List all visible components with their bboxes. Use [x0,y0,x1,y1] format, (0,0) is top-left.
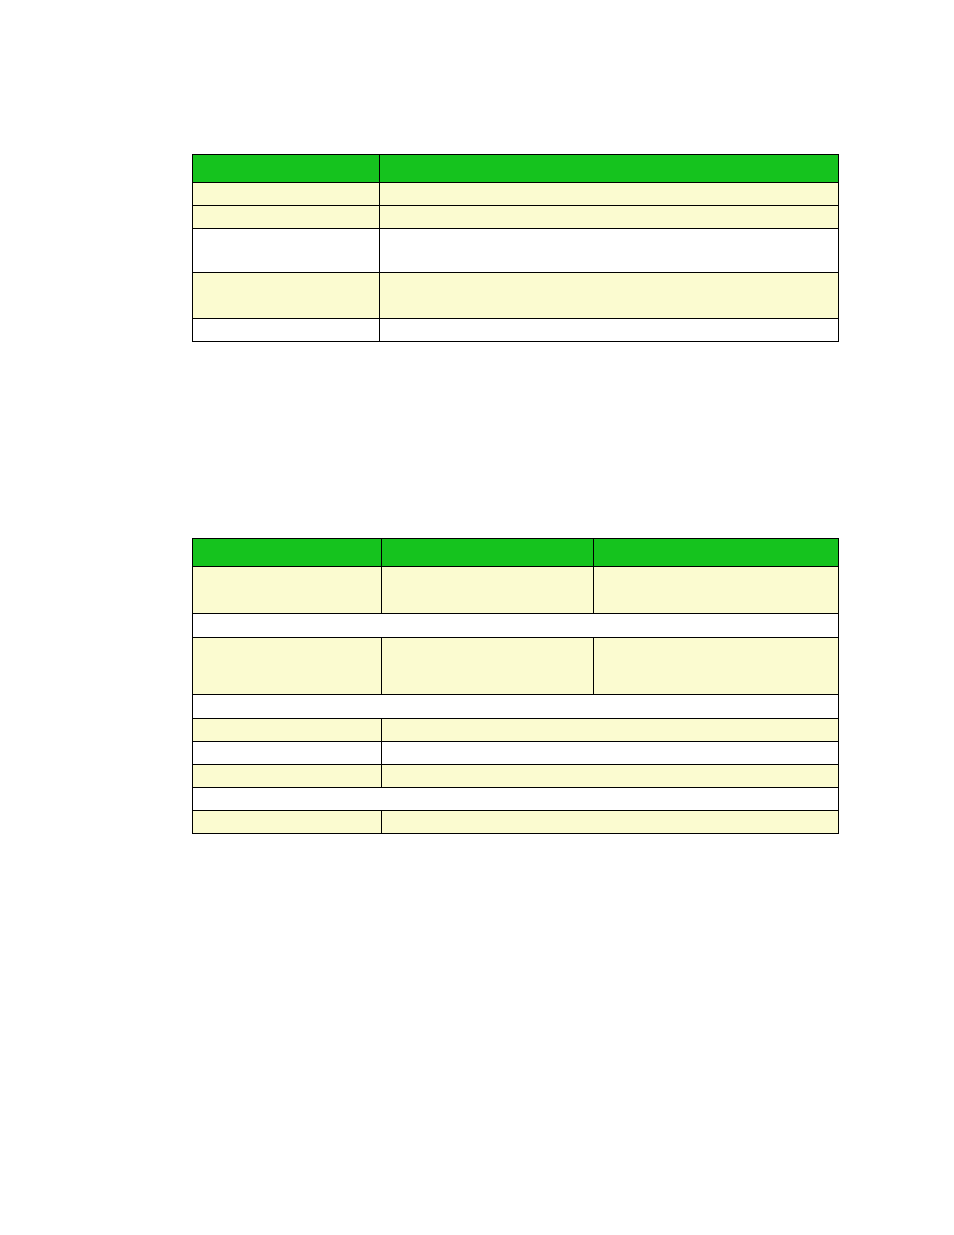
table-2-header-cell-1 [382,539,594,567]
table-2-cell [193,742,382,765]
table-1-header-cell-0 [193,155,380,183]
table-2-cell [193,638,382,695]
table-1-cell [193,229,380,273]
table-1 [192,154,839,342]
table-1-cell [380,319,839,342]
table-2-cell [193,719,382,742]
table-1-cell [193,206,380,229]
table-1-cell [380,183,839,206]
table-1-cell [193,273,380,319]
table-2-cell [193,567,382,614]
table-2-cell [382,719,839,742]
table-1-cell [380,206,839,229]
table-2-cell [594,567,839,614]
table-1-cell [380,229,839,273]
table-2-cell [382,765,839,788]
table-1-header-cell-1 [380,155,839,183]
page [0,0,954,1235]
table-1-cell [193,183,380,206]
table-2-header-cell-2 [594,539,839,567]
table-2-row-span [193,695,839,719]
table-2-cell [193,811,382,834]
table-2-cell [382,811,839,834]
table-1-cell [380,273,839,319]
table-1-cell [193,319,380,342]
table-2 [192,538,839,834]
table-2-row-span [193,788,839,811]
table-2-cell [594,638,839,695]
table-2-cell [382,567,594,614]
table-2-cell [382,742,839,765]
table-2-row-span [193,614,839,638]
table-2-cell [193,765,382,788]
table-2-cell [382,638,594,695]
table-2-header-cell-0 [193,539,382,567]
